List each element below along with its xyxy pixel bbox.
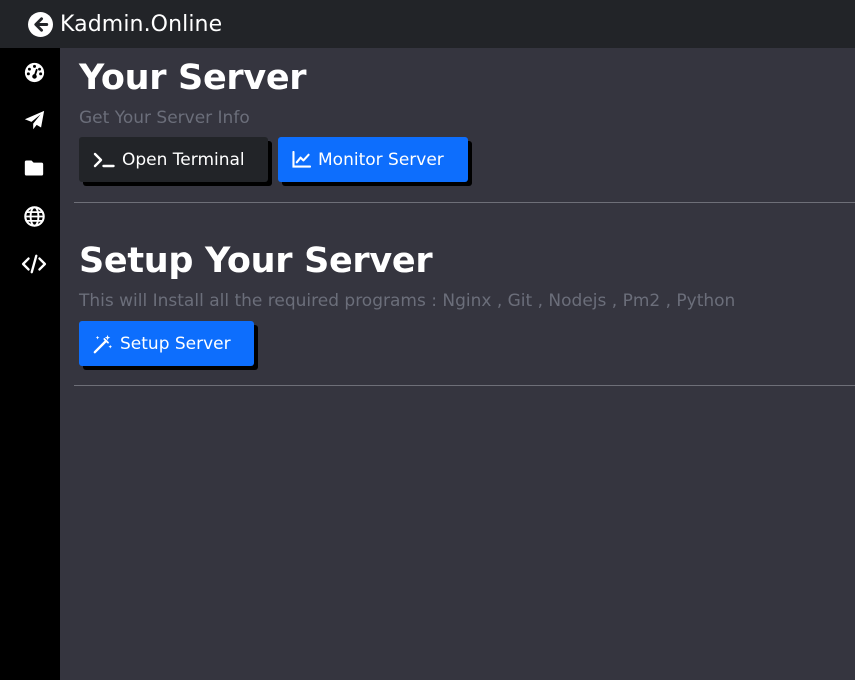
paper-plane-icon [24, 110, 45, 131]
back-arrow-icon[interactable] [28, 11, 53, 37]
setup-section: Setup Your Server [79, 239, 433, 283]
setup-server-button[interactable]: Setup Server [79, 321, 254, 366]
sidebar-item-files[interactable] [22, 156, 46, 180]
server-section: Your Server [79, 56, 307, 100]
server-subtitle: Get Your Server Info [79, 108, 250, 128]
setup-server-label: Setup Server [120, 333, 231, 354]
open-terminal-label: Open Terminal [122, 149, 245, 170]
sidebar-item-code[interactable] [21, 252, 47, 276]
globe-icon [23, 205, 45, 227]
server-title: Your Server [79, 58, 307, 98]
terminal-icon [93, 152, 122, 168]
app-title[interactable]: Kadmin.Online [60, 12, 222, 37]
open-terminal-button[interactable]: Open Terminal [79, 137, 268, 182]
section-divider [74, 202, 855, 203]
setup-subtitle-wrap: This will Install all the required progr… [79, 289, 735, 313]
sidebar [0, 48, 60, 680]
folder-icon [24, 159, 44, 177]
dashboard-icon [24, 62, 45, 83]
setup-title: Setup Your Server [79, 241, 433, 281]
sidebar-item-web[interactable] [22, 204, 46, 228]
main-content: Your Server Get Your Server Info Open Te… [60, 48, 855, 680]
sidebar-item-dashboard[interactable] [22, 60, 46, 84]
magic-wand-icon [93, 334, 120, 354]
monitor-server-label: Monitor Server [318, 149, 444, 170]
setup-subtitle: This will Install all the required progr… [79, 291, 736, 311]
monitor-server-button[interactable]: Monitor Server [278, 137, 468, 182]
sidebar-item-send[interactable] [22, 108, 46, 132]
section-divider-bottom [74, 385, 855, 386]
top-bar: Kadmin.Online [0, 0, 855, 48]
line-chart-icon [292, 151, 318, 168]
code-icon [21, 254, 47, 274]
server-subtitle-wrap: Get Your Server Info [79, 106, 250, 130]
